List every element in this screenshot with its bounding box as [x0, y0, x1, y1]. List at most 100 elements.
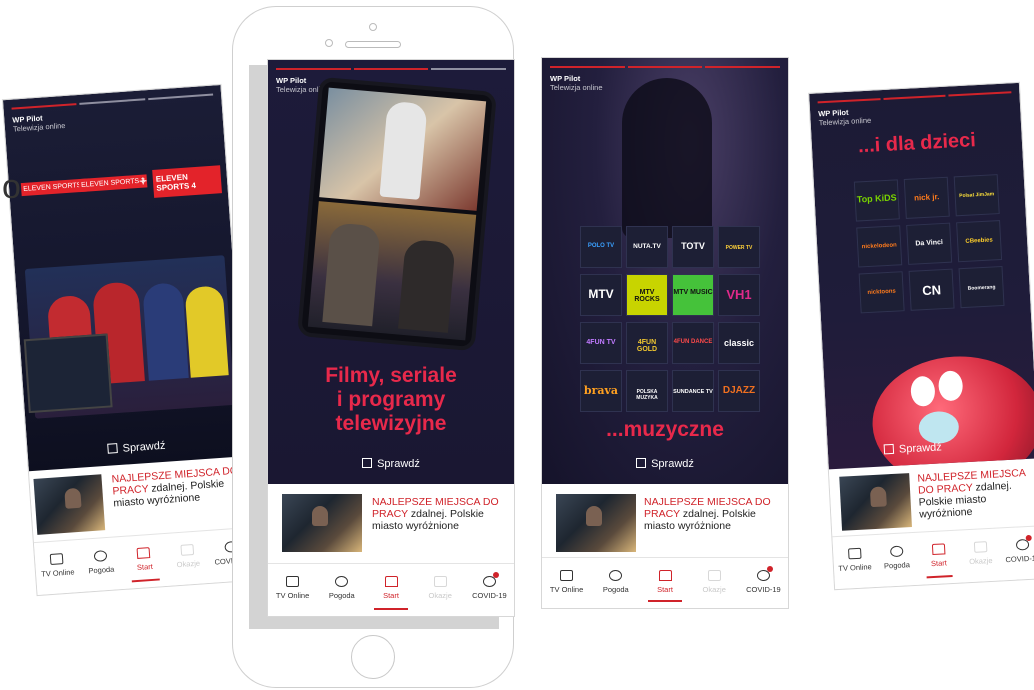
external-link-icon [362, 458, 373, 468]
news-thumbnail [282, 494, 362, 552]
tab-start[interactable]: Start [121, 534, 168, 589]
music-screen[interactable]: WP Pilot Telewizja online POLO TV NUTA.T… [542, 58, 788, 608]
news-card[interactable]: NAJLEPSZE MIEJSCA DO PRACY zdalnej. Pols… [542, 488, 788, 558]
tab-covid[interactable]: COVID-19 [1000, 526, 1034, 580]
news-thumbnail [556, 494, 636, 552]
channel-tile[interactable]: VH1 [718, 274, 760, 316]
movies-screen[interactable]: WP Pilot Telewizja online Filmy, seriale… [268, 60, 514, 616]
notification-badge [767, 566, 774, 572]
weather-icon [609, 570, 623, 581]
tab-pogoda[interactable]: Pogoda [317, 564, 366, 616]
channel-tile[interactable]: CBeebies [956, 220, 1003, 263]
cart-icon [973, 541, 987, 553]
sport-screen[interactable]: WP Pilot Telewizja online ELEVEN SPORTS … [2, 85, 256, 595]
bottom-tab-bar: TV Online Pogoda Start Okazje COVID-19 [542, 557, 788, 608]
phone-speaker [345, 41, 401, 48]
tab-tv-online[interactable]: TV Online [832, 535, 877, 589]
plus-sign: + [138, 172, 148, 189]
news-card[interactable]: NAJLEPSZE MIEJSCA DO PRACY zdalnej. Pols… [268, 488, 514, 560]
phone-home-button[interactable] [351, 635, 395, 679]
bottom-tab-bar: TV Online Pogoda Start Okazje COVID-19 [832, 525, 1034, 590]
tab-pogoda[interactable]: Pogoda [874, 533, 919, 587]
channel-tile[interactable]: CN [908, 268, 955, 311]
cart-icon [180, 544, 195, 556]
news-card[interactable]: NAJLEPSZE MIEJSCA DO PRACY zdalnej. Pols… [829, 462, 1034, 538]
channel-tile[interactable]: Top KiDS [853, 179, 900, 222]
tab-tv-online[interactable]: TV Online [34, 540, 81, 595]
tv-play-icon [560, 570, 574, 581]
channel-tile[interactable]: MTV ROCKS [626, 274, 668, 316]
kids-headline: ...i dla dzieci [857, 129, 977, 158]
tab-okazje[interactable]: Okazje [416, 564, 465, 616]
story-progress [550, 66, 781, 68]
hero-banner[interactable]: WP Pilot Telewizja online ELEVEN SPORTS … [2, 85, 247, 472]
channel-tile[interactable]: POLO TV [580, 226, 622, 268]
channel-tile[interactable]: TOTV [672, 226, 714, 268]
channel-tile[interactable]: MTV [580, 274, 622, 316]
tab-okazje[interactable]: Okazje [690, 558, 739, 608]
channel-tile[interactable]: nick jr. [903, 176, 950, 219]
news-headline: NAJLEPSZE MIEJSCA DO PRACY zdalnej. Pols… [372, 496, 499, 532]
story-progress [817, 91, 1012, 104]
partial-letter: o [2, 168, 21, 206]
cart-icon [433, 576, 447, 587]
tab-start[interactable]: Start [916, 531, 961, 585]
tab-covid[interactable]: COVID-19 [465, 564, 514, 616]
tab-start[interactable]: Start [366, 564, 415, 616]
channel-tile[interactable]: brava [580, 370, 622, 412]
tab-tv-online[interactable]: TV Online [268, 564, 317, 616]
check-button[interactable]: Sprawdź [542, 458, 788, 470]
channel-tile[interactable]: NUTA.TV [626, 226, 668, 268]
app-title: WP Pilot [550, 74, 581, 83]
channel-tile[interactable]: POWER TV [718, 226, 760, 268]
music-headline: ...muzyczne [606, 418, 724, 441]
story-progress [276, 68, 507, 70]
tab-pogoda[interactable]: Pogoda [591, 558, 640, 608]
laptop-players-image [23, 255, 235, 419]
movies-headline: Filmy, seriale i programy telewizyjne [325, 364, 457, 435]
hero-banner[interactable]: WP Pilot Telewizja online ...i dla dziec… [809, 82, 1034, 470]
channel-grid: POLO TV NUTA.TV TOTV POWER TV MTV MTV RO… [580, 226, 762, 412]
tablet-image [297, 76, 497, 352]
channel-tile[interactable]: 4FUN DANCE [672, 322, 714, 364]
channel-tile[interactable]: MTV MUSIC [672, 274, 714, 316]
tv-play-icon [50, 553, 64, 566]
channel-tile[interactable]: DJAZZ [718, 370, 760, 412]
channel-logo: ELEVEN SPORTS 3 [78, 174, 148, 193]
news-headline: NAJLEPSZE MIEJSCA DO PRACY zdalnej. Pols… [644, 496, 771, 532]
channel-tile[interactable]: Boomerang [958, 265, 1005, 309]
news-thumbnail [839, 473, 912, 531]
channel-tile[interactable]: classic [718, 322, 760, 364]
tab-tv-online[interactable]: TV Online [542, 558, 591, 608]
tab-start[interactable]: Start [640, 558, 689, 608]
channel-tile[interactable]: nickelodeon [856, 225, 903, 268]
eleven-logos: ELEVEN SPORTS 2 ELEVEN SPORTS 3 + ELEVEN… [20, 165, 222, 201]
external-link-icon [107, 443, 118, 454]
weather-icon [335, 576, 349, 587]
channel-tile[interactable]: nicktoons [858, 271, 905, 314]
tab-covid[interactable]: COVID-19 [739, 558, 788, 608]
news-headline: NAJLEPSZE MIEJSCA DO PRACY zdalnej. Pols… [111, 464, 239, 510]
kids-screen[interactable]: WP Pilot Telewizja online ...i dla dziec… [809, 82, 1034, 590]
channel-tile[interactable]: SUNDANCE TV [672, 370, 714, 412]
hero-banner[interactable]: WP Pilot Telewizja online Filmy, seriale… [268, 60, 514, 484]
channel-tile[interactable]: 4FUN TV [580, 322, 622, 364]
check-button[interactable]: Sprawdź [268, 458, 514, 470]
channel-tile[interactable]: Polsat JimJam [953, 174, 1000, 217]
external-link-icon [636, 458, 647, 468]
tv-play-icon [286, 576, 300, 587]
phone-camera [369, 23, 377, 31]
check-button[interactable]: Sprawdź [27, 434, 245, 461]
channel-tile[interactable]: POLSKA MUZYKA [626, 370, 668, 412]
home-icon [658, 570, 672, 581]
external-link-icon [883, 443, 895, 455]
channel-tile[interactable]: Da Vinci [906, 222, 953, 265]
tab-okazje[interactable]: Okazje [958, 528, 1003, 582]
weather-icon [93, 550, 108, 562]
app-subtitle: Telewizja online [818, 115, 872, 128]
channel-tile[interactable]: 4FUN GOLD [626, 322, 668, 364]
tab-pogoda[interactable]: Pogoda [77, 537, 124, 592]
hero-banner[interactable]: WP Pilot Telewizja online POLO TV NUTA.T… [542, 58, 788, 484]
tab-okazje[interactable]: Okazje [164, 531, 211, 586]
app-title: WP Pilot [276, 76, 307, 85]
